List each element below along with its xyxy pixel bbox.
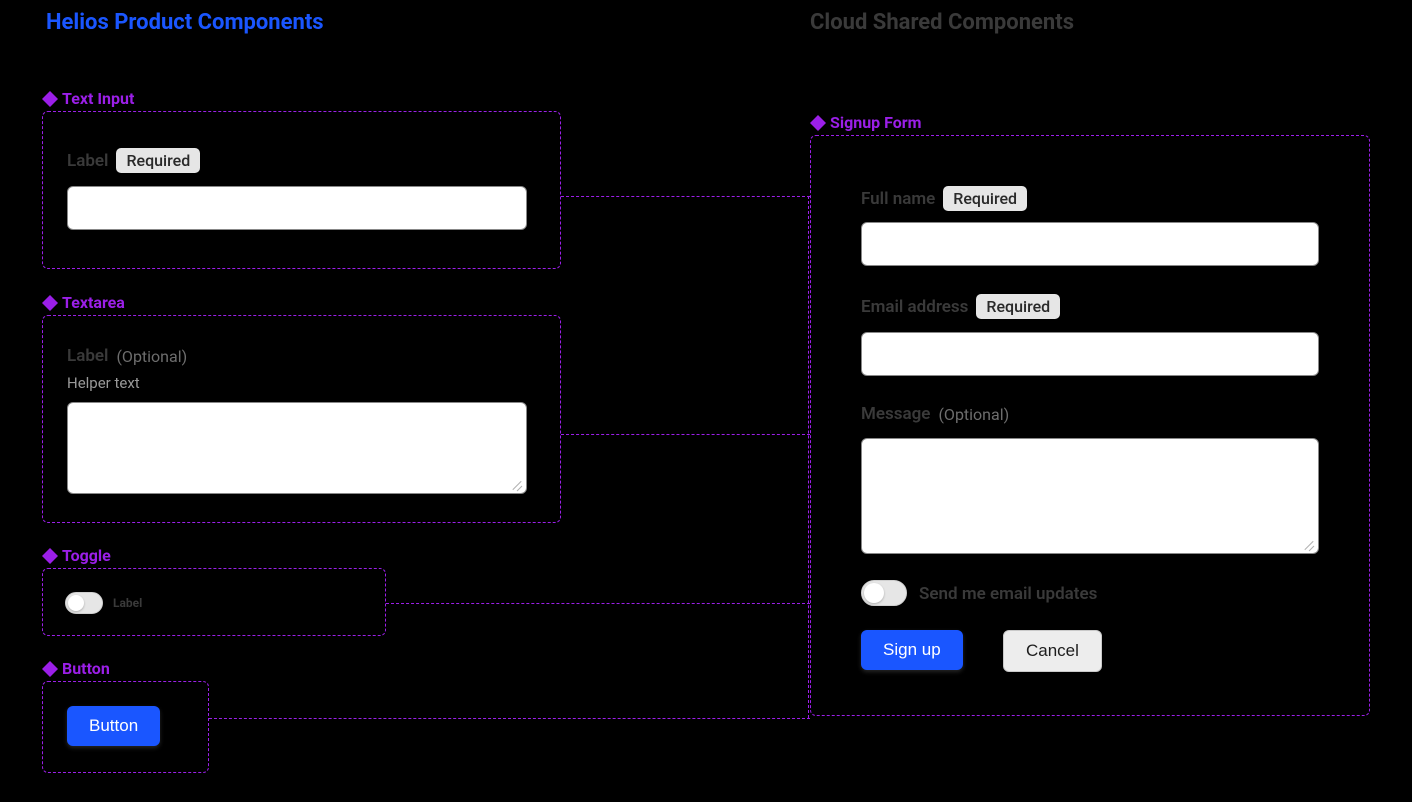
textarea-helper: Helper text: [67, 374, 140, 392]
connector-toggle: [386, 603, 810, 604]
required-badge: Required: [943, 186, 1027, 211]
resize-grip-icon[interactable]: [1302, 537, 1314, 549]
component-name: Toggle: [62, 546, 111, 565]
toggle-knob: [864, 583, 884, 603]
button-primary[interactable]: Button: [67, 706, 160, 746]
page-title-left: Helios Product Components: [46, 10, 324, 35]
component-label-button: Button: [42, 659, 110, 678]
connector-vertical: [808, 196, 809, 718]
signup-message-textarea[interactable]: [861, 438, 1319, 554]
signup-email-label-row: Email address Required: [861, 294, 1060, 319]
signup-submit-button[interactable]: Sign up: [861, 630, 963, 670]
signup-email-input[interactable]: [861, 332, 1319, 376]
diamond-icon: [42, 295, 58, 311]
signup-cancel-button[interactable]: Cancel: [1003, 630, 1102, 672]
diamond-icon: [42, 661, 58, 677]
component-label-text-input: Text Input: [42, 89, 134, 108]
signup-message-label-row: Message (Optional): [861, 404, 1009, 424]
diamond-icon: [42, 548, 58, 564]
required-badge: Required: [976, 294, 1060, 319]
toggle-container: Label: [42, 568, 386, 636]
connector-text-input: [561, 196, 810, 197]
component-label-toggle: Toggle: [42, 546, 111, 565]
text-input-field[interactable]: [67, 186, 527, 230]
optional-text: (Optional): [116, 347, 187, 366]
diamond-icon: [42, 91, 58, 107]
textarea-container: Label (Optional) Helper text: [42, 315, 561, 523]
component-name: Button: [62, 659, 110, 678]
textarea-field[interactable]: [67, 402, 527, 494]
text-input-label-row: Label Required: [67, 148, 200, 173]
component-name: Textarea: [62, 293, 125, 312]
component-label-textarea: Textarea: [42, 293, 125, 312]
toggle-knob: [68, 595, 84, 611]
signup-form-container: Full name Required Email address Require…: [810, 135, 1370, 716]
signup-fullname-label: Full name: [861, 189, 935, 209]
textarea-label-row: Label (Optional): [67, 346, 187, 366]
diamond-icon: [810, 115, 826, 131]
connector-textarea: [561, 434, 810, 435]
connector-button: [209, 718, 810, 719]
toggle-label: Label: [113, 596, 142, 610]
signup-fullname-label-row: Full name Required: [861, 186, 1027, 211]
component-name: Signup Form: [830, 113, 922, 132]
signup-email-label: Email address: [861, 297, 968, 317]
optional-text: (Optional): [938, 405, 1009, 424]
toggle-switch[interactable]: [65, 592, 103, 614]
page-title-right: Cloud Shared Components: [810, 10, 1074, 35]
textarea-label: Label: [67, 346, 108, 366]
component-name: Text Input: [62, 89, 134, 108]
button-container: Button: [42, 681, 209, 773]
component-label-signup-form: Signup Form: [810, 113, 922, 132]
signup-fullname-input[interactable]: [861, 222, 1319, 266]
text-input-label: Label: [67, 151, 108, 171]
required-badge: Required: [116, 148, 200, 173]
resize-grip-icon[interactable]: [510, 477, 522, 489]
signup-toggle-label: Send me email updates: [919, 584, 1097, 604]
signup-message-label: Message: [861, 404, 930, 424]
signup-toggle[interactable]: [861, 580, 907, 606]
text-input-container: Label Required: [42, 111, 561, 269]
